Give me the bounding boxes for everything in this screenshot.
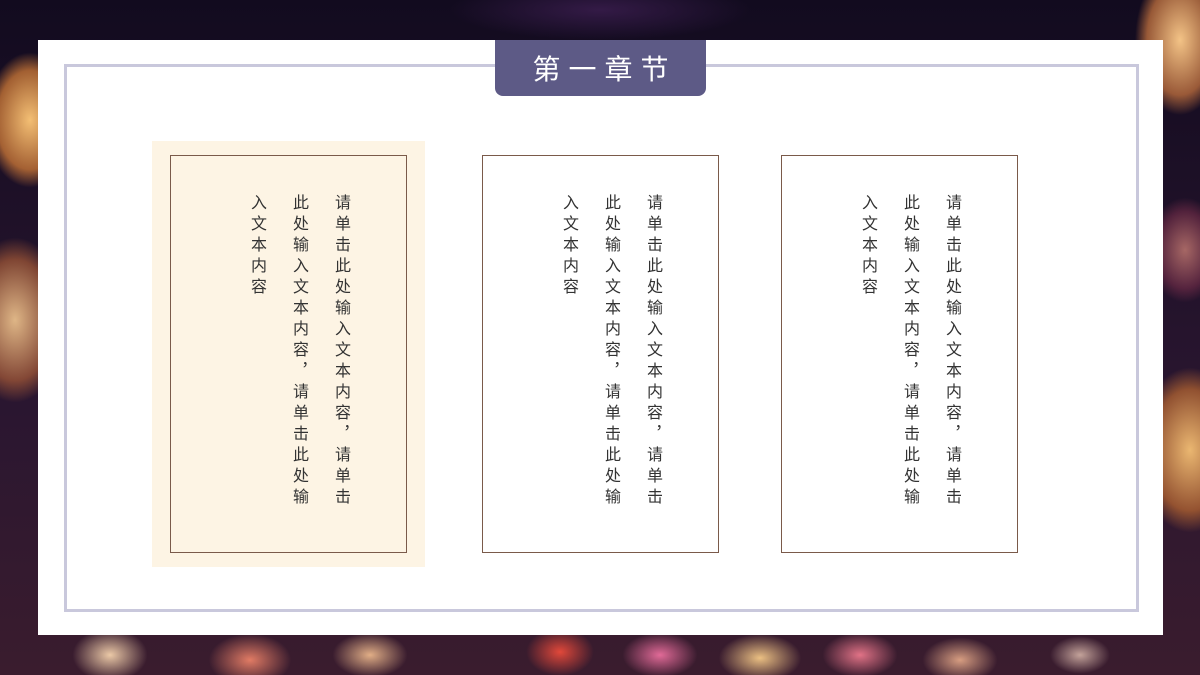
text-box-1-content: 请单击此处输入文本内容，请单击此处输入文本内容，请单击此处输入文本内容 bbox=[248, 194, 351, 509]
chapter-title: 第一章节 bbox=[532, 53, 677, 86]
text-box-2[interactable]: 请单击此处输入文本内容，请单击此处输入文本内容，请单击此处输入文本内容 bbox=[482, 155, 719, 553]
text-box-3[interactable]: 请单击此处输入文本内容，请单击此处输入文本内容，请单击此处输入文本内容 bbox=[781, 155, 1018, 553]
text-box-3-content: 请单击此处输入文本内容，请单击此处输入文本内容，请单击此处输入文本内容 bbox=[859, 194, 962, 509]
text-box-1[interactable]: 请单击此处输入文本内容，请单击此处输入文本内容，请单击此处输入文本内容 bbox=[170, 155, 407, 553]
chapter-title-tab[interactable]: 第一章节 bbox=[495, 40, 706, 96]
text-box-2-content: 请单击此处输入文本内容，请单击此处输入文本内容，请单击此处输入文本内容 bbox=[560, 194, 663, 509]
slide-card: 第一章节 请单击此处输入文本内容，请单击此处输入文本内容，请单击此处输入文本内容… bbox=[38, 40, 1163, 635]
